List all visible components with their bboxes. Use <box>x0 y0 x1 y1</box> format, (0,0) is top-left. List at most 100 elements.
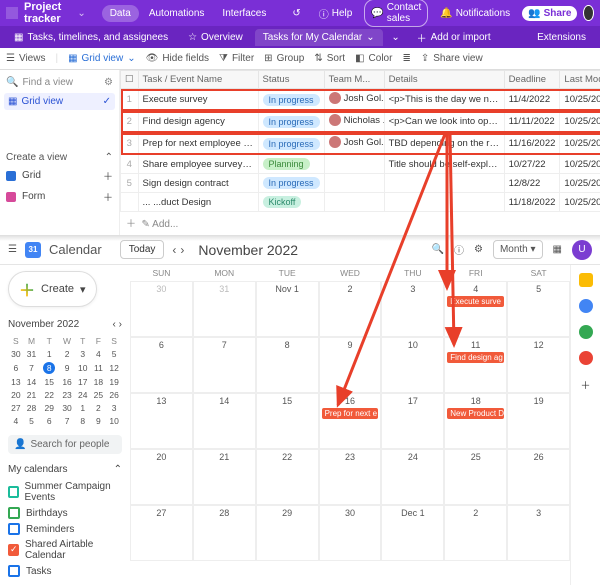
shareview-button[interactable]: ⇪ Share view <box>421 53 483 64</box>
search-people-input[interactable]: 👤Search for people <box>8 435 122 454</box>
minical-next[interactable]: › <box>119 319 122 330</box>
day-cell[interactable]: 6 <box>130 337 193 393</box>
create-view-label[interactable]: Create a view⌃ <box>4 150 115 165</box>
day-cell[interactable]: 18New Product D <box>444 393 507 449</box>
day-cell[interactable]: 19 <box>507 393 570 449</box>
day-cell[interactable]: 2 <box>319 281 382 337</box>
day-cell[interactable]: 7 <box>193 337 256 393</box>
group-button[interactable]: ⊞ Group <box>264 53 304 64</box>
col-4[interactable]: Details <box>384 71 504 89</box>
day-cell[interactable]: 12 <box>507 337 570 393</box>
history-icon[interactable]: ↺ <box>286 6 306 21</box>
create-button[interactable]: ＋Create ▾ <box>8 271 97 307</box>
calendar-grid[interactable]: SUNMONTUEWEDTHUFRISAT 3031Nov 1234Execut… <box>130 265 570 585</box>
search-icon[interactable]: 🔍 <box>432 244 444 255</box>
day-cell[interactable]: 26 <box>507 449 570 505</box>
tab-data[interactable]: Data <box>102 5 139 22</box>
table-tab-0[interactable]: ▦ Tasks, timelines, and assignees <box>6 29 176 46</box>
today-button[interactable]: Today <box>120 240 165 259</box>
view-selector[interactable]: Month ▾ <box>493 240 543 259</box>
day-cell[interactable]: 23 <box>319 449 382 505</box>
day-cell[interactable]: 24 <box>381 449 444 505</box>
day-cell[interactable]: 14 <box>193 393 256 449</box>
day-cell[interactable]: 21 <box>193 449 256 505</box>
filter-button[interactable]: ⧩ Filter <box>219 53 254 64</box>
calendar-event[interactable]: Find design ag <box>447 352 504 363</box>
menu-icon[interactable]: ☰ <box>8 244 17 255</box>
contact-sales-button[interactable]: 💬 Contact sales <box>364 0 428 27</box>
minical-prev[interactable]: ‹ <box>113 319 116 330</box>
hide-fields[interactable]: 👁 Hide fields <box>146 53 209 64</box>
create-grid[interactable]: Grid＋ <box>4 165 115 186</box>
airtable-grid[interactable]: ☐Task / Event NameStatusTeam M...Details… <box>120 70 600 235</box>
day-cell[interactable]: 25 <box>444 449 507 505</box>
table-row[interactable]: 2 Find design agency In progress Nichola… <box>121 111 600 133</box>
day-cell[interactable]: 13 <box>130 393 193 449</box>
add-row[interactable]: ＋ ✎ Add... <box>120 212 600 233</box>
add-table-button[interactable]: ⌄ <box>387 32 405 43</box>
calendar-event[interactable]: Prep for next e <box>322 408 379 419</box>
table-row[interactable]: ... ...duct Design Kickoff 11/18/2022 10… <box>121 193 600 212</box>
chevron-down-icon[interactable]: ⌄ <box>366 32 374 43</box>
day-cell[interactable]: 3 <box>381 281 444 337</box>
day-cell[interactable]: 22 <box>256 449 319 505</box>
settings-icon[interactable]: ⚙ <box>474 244 483 255</box>
extensions-button[interactable]: Extensions <box>529 29 594 46</box>
create-form[interactable]: Form＋ <box>4 186 115 207</box>
calendar-toggle[interactable]: Summer Campaign Events <box>8 479 122 505</box>
table-row[interactable]: 4 Share employee survey comms Planning T… <box>121 155 600 174</box>
chevron-down-icon[interactable]: ⌄ <box>77 8 85 19</box>
day-cell[interactable]: 30 <box>319 505 382 561</box>
next-month[interactable]: › <box>180 243 184 257</box>
calendar-toggle[interactable]: Tasks <box>8 563 122 579</box>
sort-button[interactable]: ⇅ Sort <box>314 53 345 64</box>
tab-automations[interactable]: Automations <box>141 5 213 22</box>
calendar-toggle[interactable]: Shared Airtable Calendar <box>8 537 122 563</box>
table-tab-1[interactable]: ☆ Overview <box>180 29 251 46</box>
day-cell[interactable]: 29 <box>256 505 319 561</box>
keep-icon[interactable] <box>579 273 593 287</box>
add-icon[interactable]: ＋ <box>581 377 591 392</box>
help-icon[interactable]: ⓘ <box>454 242 464 257</box>
calendar-toggle[interactable]: Birthdays <box>8 505 122 521</box>
day-cell[interactable]: 11Find design ag <box>444 337 507 393</box>
prev-month[interactable]: ‹ <box>172 243 176 257</box>
day-cell[interactable]: 17 <box>381 393 444 449</box>
notifications-button[interactable]: 🔔 Notifications <box>434 6 516 21</box>
find-view-input[interactable]: 🔍Find a view⚙ <box>4 74 115 91</box>
col-0[interactable]: ☐ <box>121 71 139 89</box>
day-cell[interactable]: Nov 1 <box>256 281 319 337</box>
day-cell[interactable]: 15 <box>256 393 319 449</box>
day-cell[interactable]: 5 <box>507 281 570 337</box>
help-button[interactable]: ⓘ Help <box>313 4 359 23</box>
table-row[interactable]: 5 Sign design contract In progress 12/8/… <box>121 174 600 193</box>
day-cell[interactable]: 9 <box>319 337 382 393</box>
col-1[interactable]: Task / Event Name <box>138 71 258 89</box>
tab-interfaces[interactable]: Interfaces <box>214 5 274 22</box>
calendar-event[interactable]: Execute surve <box>447 296 504 307</box>
calendar-event[interactable]: New Product D <box>447 408 504 419</box>
gridview-chip[interactable]: ▦ Grid view ⌄ <box>68 53 136 64</box>
day-cell[interactable]: 30 <box>130 281 193 337</box>
day-cell[interactable]: 31 <box>193 281 256 337</box>
color-button[interactable]: ◧ Color <box>355 53 392 64</box>
sidebar-gridview[interactable]: ▦ Grid view✓ <box>4 93 115 110</box>
col-5[interactable]: Deadline <box>504 71 560 89</box>
table-row[interactable]: 3 Prep for next employee survey In progr… <box>121 133 600 155</box>
tasks-icon[interactable] <box>579 299 593 313</box>
maps-icon[interactable] <box>579 351 593 365</box>
col-6[interactable]: Last Modified T <box>560 71 600 89</box>
table-row[interactable]: 1 Execute survey In progress Josh Gol...… <box>121 89 600 111</box>
add-import-button[interactable]: ＋ Add or import <box>409 27 499 48</box>
day-cell[interactable]: 28 <box>193 505 256 561</box>
views-toggle[interactable]: ☰ Views <box>6 53 45 64</box>
day-cell[interactable]: 27 <box>130 505 193 561</box>
day-cell[interactable]: Dec 1 <box>381 505 444 561</box>
day-cell[interactable]: 20 <box>130 449 193 505</box>
user-avatar[interactable] <box>583 5 594 21</box>
day-cell[interactable]: 2 <box>444 505 507 561</box>
apps-icon[interactable]: ▦ <box>553 244 562 255</box>
day-cell[interactable]: 3 <box>507 505 570 561</box>
contacts-icon[interactable] <box>579 325 593 339</box>
day-cell[interactable]: 10 <box>381 337 444 393</box>
